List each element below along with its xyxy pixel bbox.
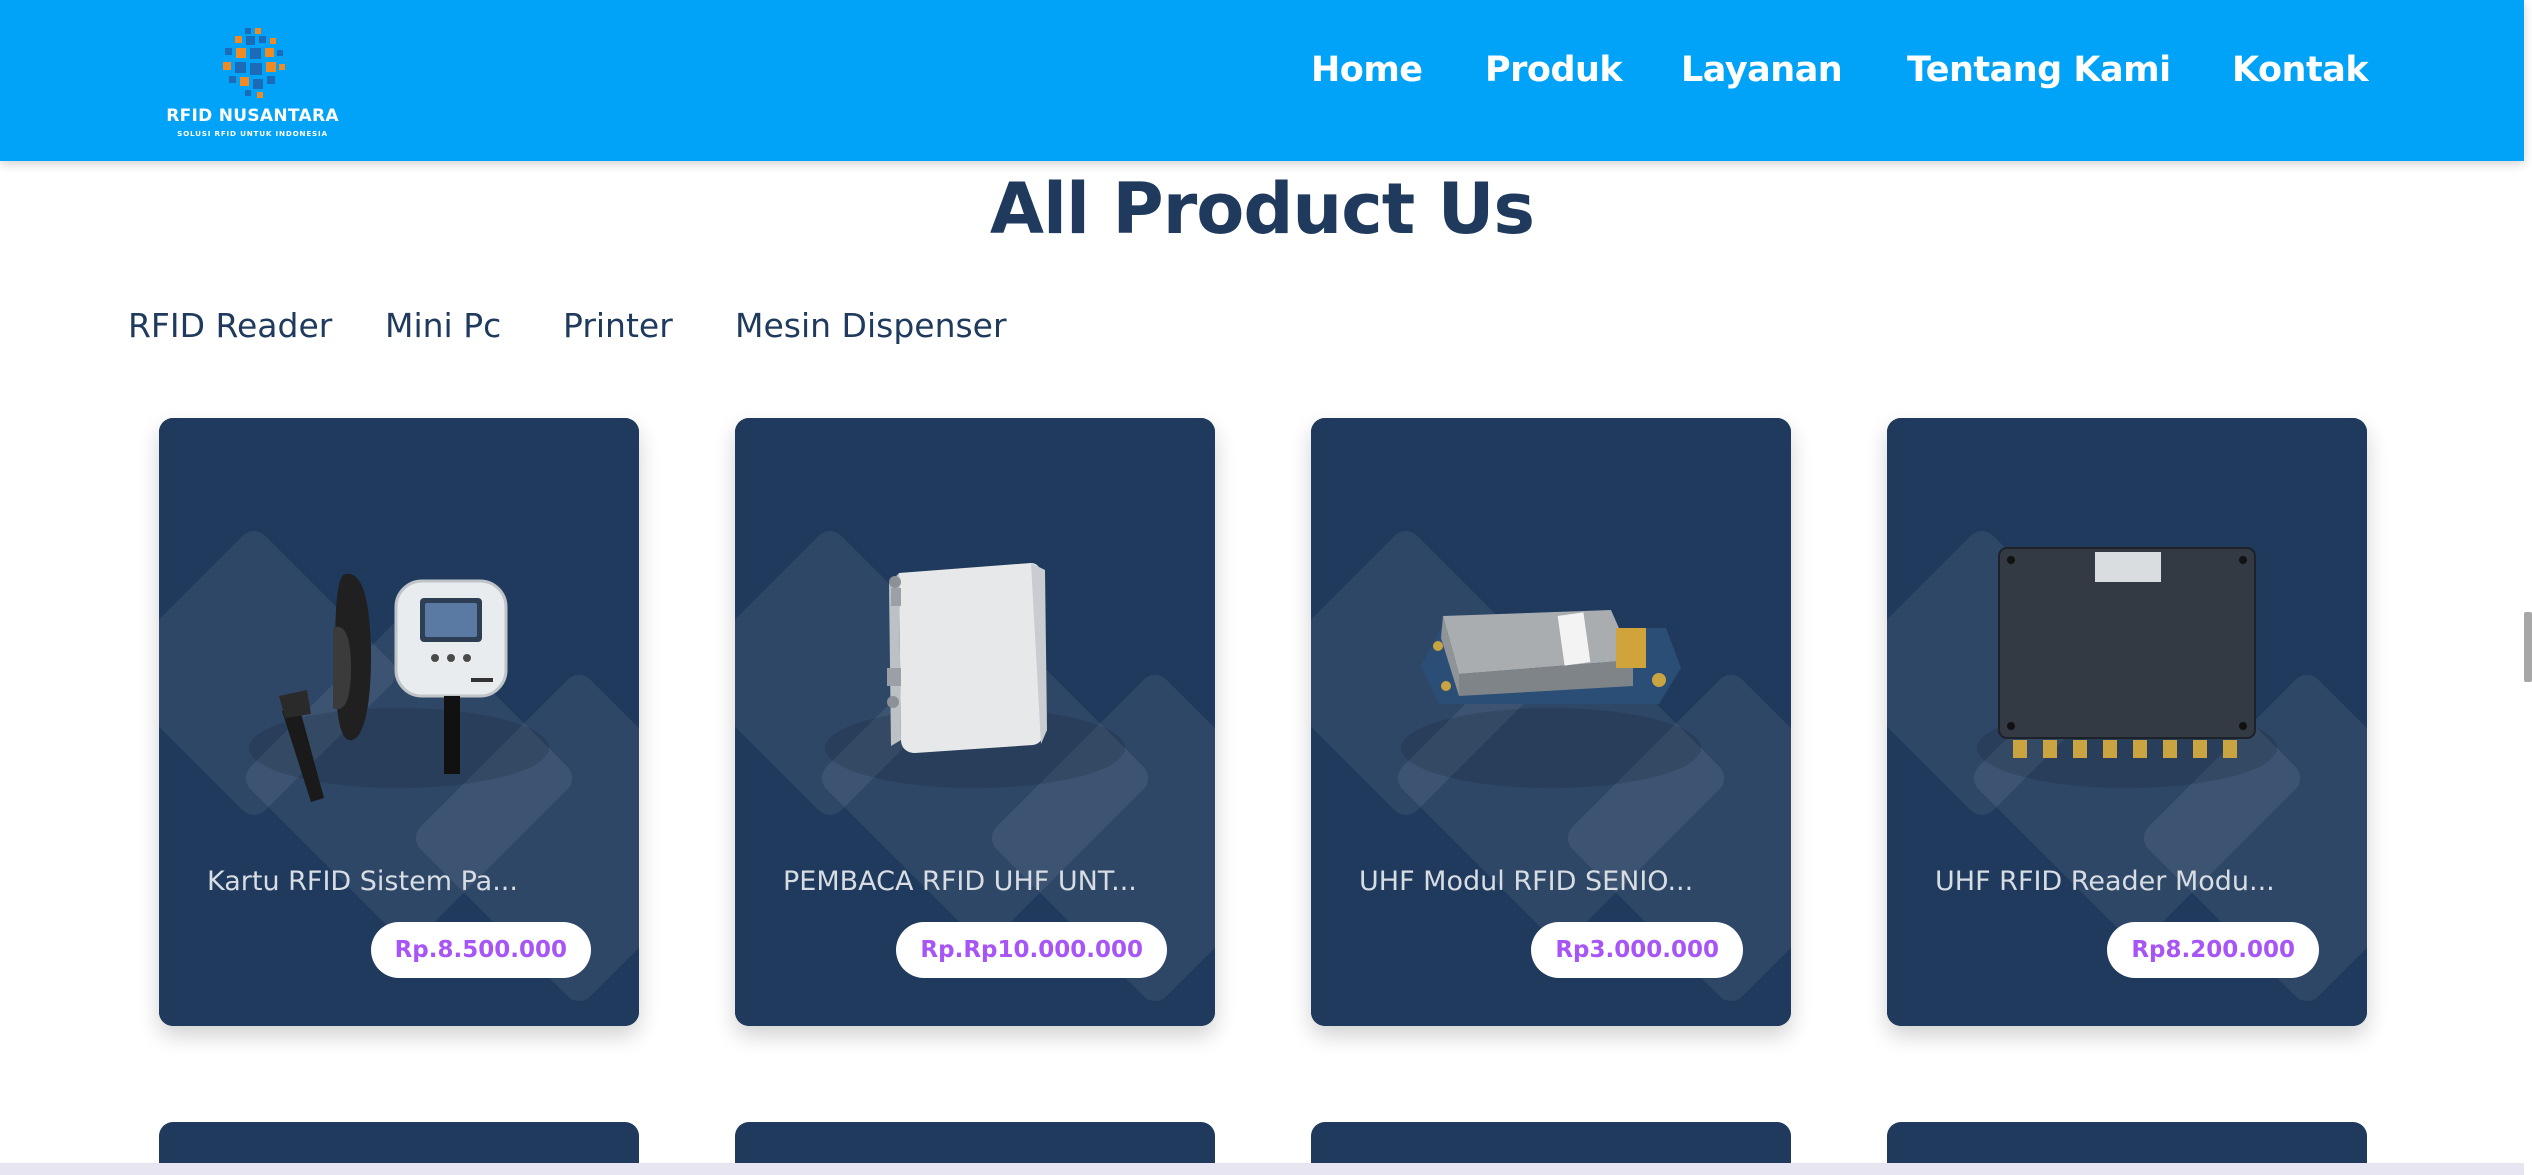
- parking-reader-image: [279, 573, 508, 802]
- tab-mini-pc[interactable]: Mini Pc: [385, 306, 501, 345]
- price-badge: Rp.8.500.000: [370, 922, 591, 978]
- product-price: Rp8.200.000: [2131, 937, 2295, 963]
- tab-mesin-dispenser[interactable]: Mesin Dispenser: [735, 306, 1007, 345]
- brand-tagline: SOLUSI RFID UNTUK INDONESIA: [177, 129, 328, 138]
- site-header: RFID NUSANTARA SOLUSI RFID UNTUK INDONES…: [0, 0, 2524, 161]
- product-price: Rp.8.500.000: [394, 937, 567, 963]
- scrollbar-thumb[interactable]: [2524, 612, 2532, 682]
- brand-name: RFID NUSANTARA: [166, 106, 339, 126]
- product-price: Rp.Rp10.000.000: [920, 937, 1143, 963]
- product-name[interactable]: Kartu RFID Sistem Pa...: [207, 866, 518, 897]
- tab-printer[interactable]: Printer: [563, 306, 673, 345]
- uhf-reader-module-image: [1998, 547, 2256, 758]
- product-name[interactable]: PEMBACA RFID UHF UNT...: [783, 866, 1137, 897]
- price-badge: Rp.Rp10.000.000: [896, 922, 1167, 978]
- brand-logo[interactable]: RFID NUSANTARA SOLUSI RFID UNTUK INDONES…: [165, 26, 340, 141]
- page-title: All Product Us: [989, 168, 1535, 250]
- product-card[interactable]: Kartu RFID Sistem Pa... Rp.8.500.000: [159, 418, 639, 1026]
- price-badge: Rp8.200.000: [2107, 922, 2319, 978]
- bottom-edge: [0, 1163, 2532, 1175]
- nav-home[interactable]: Home: [1311, 50, 1423, 90]
- product-name[interactable]: UHF Modul RFID SENIO...: [1359, 866, 1693, 897]
- uhf-antenna-reader-image: [887, 563, 1047, 753]
- price-badge: Rp3.000.000: [1531, 922, 1743, 978]
- product-card[interactable]: PEMBACA RFID UHF UNT... Rp.Rp10.000.000: [735, 418, 1215, 1026]
- nav-kontak[interactable]: Kontak: [2232, 50, 2369, 90]
- tab-rfid-reader[interactable]: RFID Reader: [128, 306, 332, 345]
- uhf-module-image: [1421, 610, 1681, 704]
- product-card[interactable]: UHF Modul RFID SENIO... Rp3.000.000: [1311, 418, 1791, 1026]
- product-card[interactable]: UHF RFID Reader Modu... Rp8.200.000: [1887, 418, 2367, 1026]
- nav-produk[interactable]: Produk: [1485, 50, 1623, 90]
- nav-tentang-kami[interactable]: Tentang Kami: [1907, 50, 2171, 90]
- product-name[interactable]: UHF RFID Reader Modu...: [1935, 866, 2275, 897]
- product-price: Rp3.000.000: [1555, 937, 1719, 963]
- scrollbar-track[interactable]: [2524, 0, 2532, 1175]
- nav-layanan[interactable]: Layanan: [1681, 50, 1843, 90]
- rfid-logo-icon: [223, 28, 285, 98]
